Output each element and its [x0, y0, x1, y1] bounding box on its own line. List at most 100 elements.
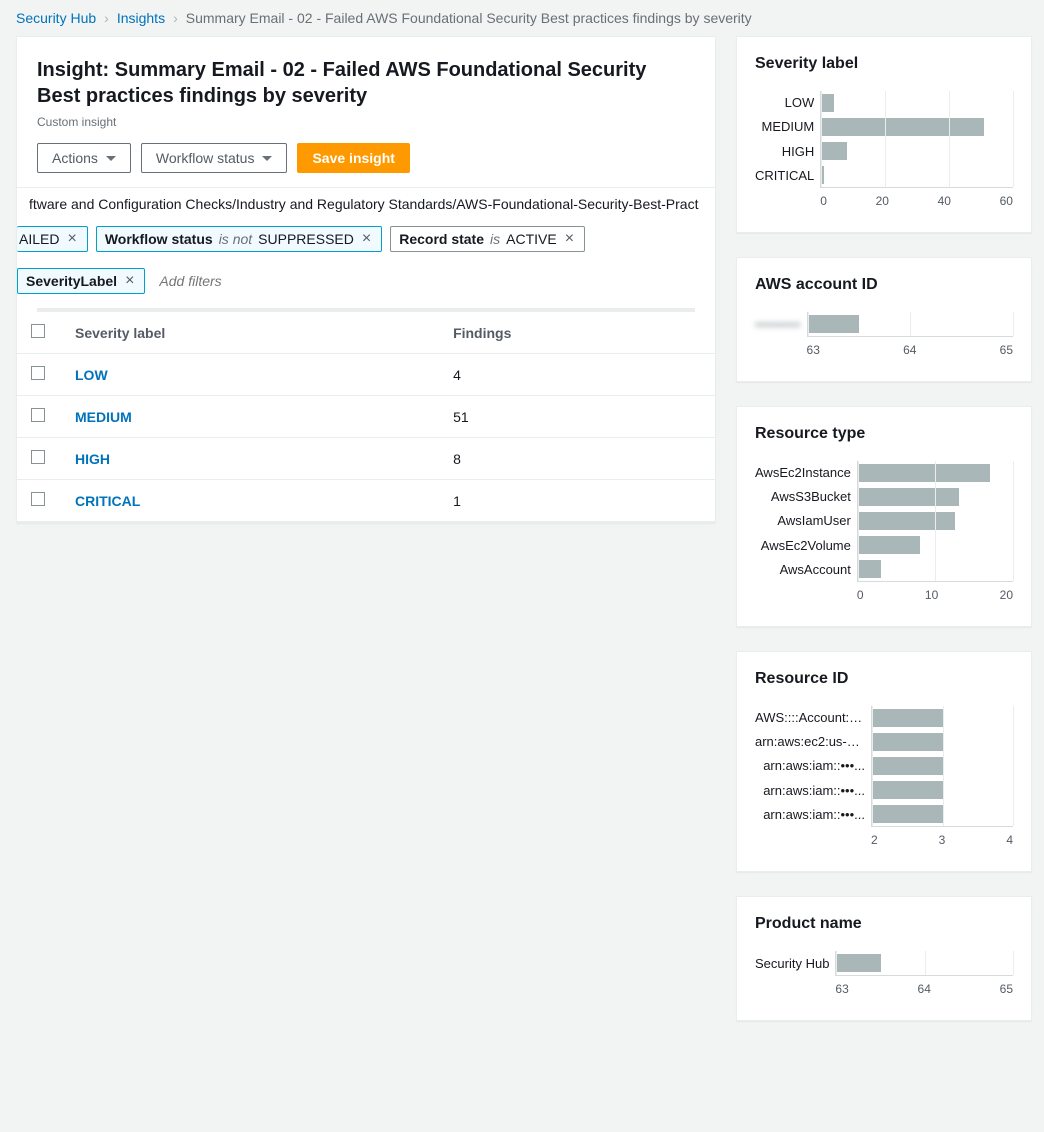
- findings-count: 4: [439, 354, 715, 396]
- filter-chip[interactable]: Workflow status is not SUPPRESSED ×: [96, 226, 382, 252]
- chip-value: ACTIVE: [506, 231, 557, 247]
- table-row: LOW4: [17, 354, 715, 396]
- chart-bar[interactable]: [858, 464, 990, 482]
- axis-tick: 65: [1000, 982, 1013, 996]
- save-insight-button[interactable]: Save insight: [297, 143, 409, 173]
- axis-tick: 63: [807, 343, 820, 357]
- chart-panel: Severity labelLOWMEDIUMHIGHCRITICALLOWME…: [736, 36, 1032, 233]
- chevron-down-icon: [106, 156, 116, 161]
- axis-tick: 2: [871, 833, 878, 847]
- chart-bar[interactable]: [821, 142, 847, 160]
- table-row: HIGH8: [17, 438, 715, 480]
- table-row: CRITICAL1: [17, 480, 715, 522]
- chart-bar[interactable]: [872, 781, 943, 799]
- chart-bar[interactable]: [858, 488, 959, 506]
- findings-count: 1: [439, 480, 715, 522]
- chart-bar[interactable]: [872, 709, 943, 727]
- axis-tick: 64: [903, 343, 916, 357]
- row-checkbox[interactable]: [31, 366, 45, 380]
- findings-count: 8: [439, 438, 715, 480]
- row-checkbox[interactable]: [31, 450, 45, 464]
- chip-field: Record state: [399, 231, 484, 247]
- chart-title: Resource ID: [755, 670, 1013, 688]
- chart-bar[interactable]: [872, 757, 943, 775]
- chart-category-label: AwsIamUser: [755, 509, 851, 533]
- add-filters-input[interactable]: [153, 268, 347, 294]
- close-icon[interactable]: ×: [65, 231, 78, 247]
- workflow-status-label: Workflow status: [156, 150, 255, 166]
- chart-category-label: arn:aws:iam::•••...: [755, 779, 865, 803]
- close-icon[interactable]: ×: [360, 231, 373, 247]
- insight-subtitle: Custom insight: [37, 115, 695, 129]
- chart-bar[interactable]: [858, 536, 920, 554]
- filter-chip[interactable]: Record state is ACTIVE ×: [390, 226, 585, 252]
- chip-field: SeverityLabel: [26, 273, 117, 289]
- breadcrumb-section[interactable]: Insights: [117, 10, 165, 26]
- workflow-status-dropdown[interactable]: Workflow status: [141, 143, 288, 173]
- chart-bar[interactable]: [858, 560, 881, 578]
- row-checkbox[interactable]: [31, 408, 45, 422]
- filter-chip[interactable]: AILED ×: [17, 226, 88, 252]
- findings-table: Severity label Findings LOW4MEDIUM51HIGH…: [17, 312, 715, 522]
- axis-tick: 20: [876, 194, 889, 208]
- chart-bar[interactable]: [821, 118, 984, 136]
- close-icon[interactable]: ×: [563, 231, 576, 247]
- col-severity-label[interactable]: Severity label: [61, 312, 439, 354]
- severity-link[interactable]: LOW: [61, 354, 439, 396]
- chart-category-label: LOW: [755, 91, 814, 115]
- severity-link[interactable]: HIGH: [61, 438, 439, 480]
- chevron-right-icon: ›: [173, 10, 178, 26]
- chart-category-label: Security Hub: [755, 952, 829, 976]
- axis-tick: 60: [1000, 194, 1013, 208]
- chart-category-label: AwsAccount: [755, 558, 851, 582]
- axis-tick: 3: [939, 833, 946, 847]
- chart-category-label: CRITICAL: [755, 164, 814, 188]
- findings-count: 51: [439, 396, 715, 438]
- severity-link[interactable]: MEDIUM: [61, 396, 439, 438]
- filter-chip[interactable]: SeverityLabel ×: [17, 268, 145, 294]
- axis-tick: 0: [820, 194, 827, 208]
- chart-category-label: ••••••••••: [755, 313, 801, 337]
- breadcrumb-current: Summary Email - 02 - Failed AWS Foundati…: [186, 10, 752, 26]
- chart-category-label: HIGH: [755, 140, 814, 164]
- close-icon[interactable]: ×: [123, 273, 136, 289]
- chart-category-label: arn:aws:iam::•••...: [755, 754, 865, 778]
- axis-tick: 63: [835, 982, 848, 996]
- chart-category-label: arn:aws:ec2:us-ea...: [755, 730, 865, 754]
- chip-value: SUPPRESSED: [258, 231, 354, 247]
- severity-link[interactable]: CRITICAL: [61, 480, 439, 522]
- chart-bar[interactable]: [872, 733, 943, 751]
- chart-panel: AWS account ID••••••••••••••••••••636465: [736, 257, 1032, 382]
- page-title: Insight: Summary Email - 02 - Failed AWS…: [37, 57, 695, 109]
- chart-bar[interactable]: [858, 512, 955, 530]
- select-all-checkbox[interactable]: [31, 324, 45, 338]
- chart-category-label: AwsS3Bucket: [755, 485, 851, 509]
- col-findings[interactable]: Findings: [439, 312, 715, 354]
- chart-category-label: MEDIUM: [755, 115, 814, 139]
- axis-tick: 65: [1000, 343, 1013, 357]
- progress-bar: [37, 308, 695, 312]
- breadcrumb: Security Hub › Insights › Summary Email …: [0, 0, 1044, 36]
- chart-bar[interactable]: [821, 94, 834, 112]
- axis-tick: 64: [918, 982, 931, 996]
- chip-field: Workflow status: [105, 231, 213, 247]
- filter-type-text: ftware and Configuration Checks/Industry…: [17, 187, 715, 220]
- chip-operator: is not: [219, 231, 252, 247]
- chart-panel: Product nameSecurity HubSecurity Hub6364…: [736, 896, 1032, 1021]
- chart-category-label: arn:aws:iam::•••...: [755, 803, 865, 827]
- chart-bar[interactable]: [836, 954, 880, 972]
- chip-operator: is: [490, 231, 500, 247]
- axis-tick: 40: [938, 194, 951, 208]
- chart-category-label: AWS::::Account:•••...: [755, 706, 865, 730]
- chart-category-label: AwsEc2Instance: [755, 461, 851, 485]
- actions-dropdown[interactable]: Actions: [37, 143, 131, 173]
- chip-value: AILED: [19, 231, 59, 247]
- chevron-down-icon: [262, 156, 272, 161]
- chart-panel: Resource IDAWS::::Account:•••...arn:aws:…: [736, 651, 1032, 872]
- chart-bar[interactable]: [808, 315, 859, 333]
- chart-panel: Resource typeAwsEc2InstanceAwsS3BucketAw…: [736, 406, 1032, 627]
- actions-label: Actions: [52, 150, 98, 166]
- breadcrumb-root[interactable]: Security Hub: [16, 10, 96, 26]
- chart-bar[interactable]: [872, 805, 943, 823]
- row-checkbox[interactable]: [31, 492, 45, 506]
